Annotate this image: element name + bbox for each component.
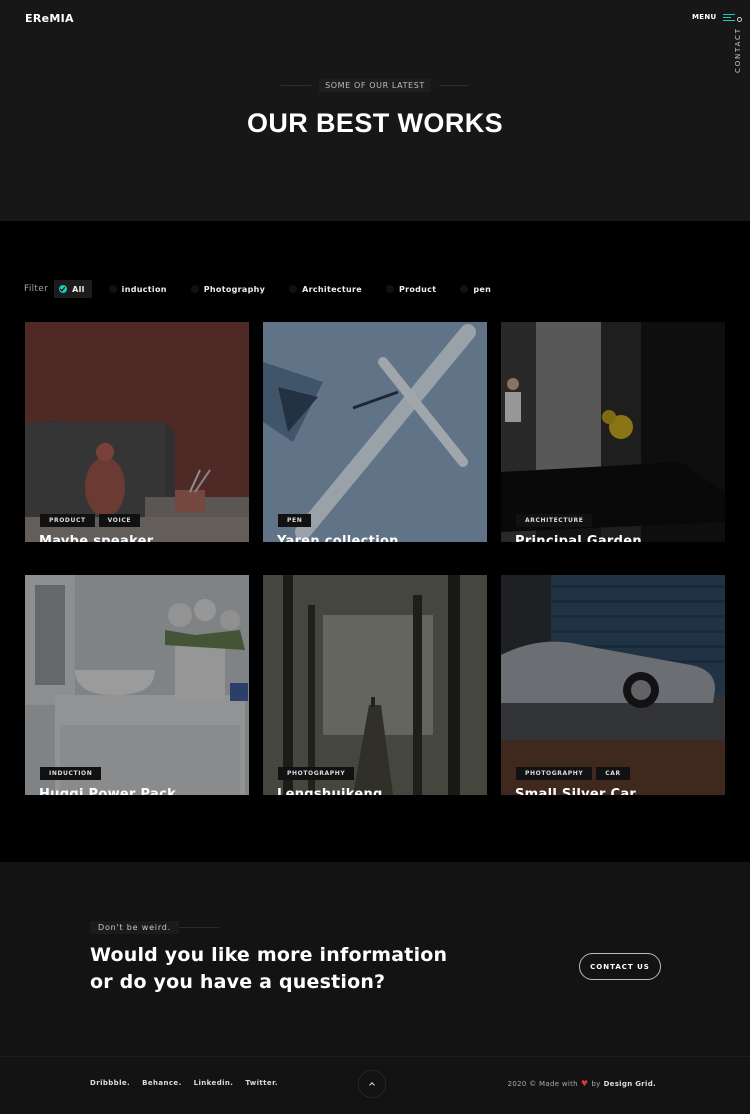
works-section: Filter All induction Photography Archite…: [0, 221, 750, 862]
hero-eyebrow-text: SOME OF OUR LATEST: [319, 79, 431, 92]
work-image-pen: [263, 322, 487, 542]
tag[interactable]: PHOTOGRAPHY: [278, 767, 355, 780]
filter-chip-architecture[interactable]: Architecture: [284, 280, 369, 298]
filter-chip-pen[interactable]: pen: [455, 280, 498, 298]
card-tags: PHOTOGRAPHY CAR: [516, 767, 630, 780]
arrow-up-icon: [369, 1082, 375, 1088]
filter-chip-all[interactable]: All: [54, 280, 92, 298]
work-image-architecture: [501, 322, 725, 542]
filter-bar: Filter All induction Photography Archite…: [24, 280, 510, 298]
work-card-lengshuikeng[interactable]: PHOTOGRAPHY Lengshuikeng: [263, 575, 487, 795]
contact-side-label: CONTACT: [734, 27, 742, 73]
circle-icon: [737, 17, 742, 22]
card-title[interactable]: Lengshuikeng: [277, 787, 383, 795]
radio-icon: [460, 285, 469, 293]
filter-chip-label: Architecture: [302, 284, 362, 294]
cta-eyebrow-text: Don't be weird.: [90, 921, 180, 934]
card-title[interactable]: Maybe speaker: [39, 534, 154, 542]
work-image-car: [501, 575, 725, 795]
back-to-top-button[interactable]: [358, 1070, 386, 1098]
divider: [179, 927, 220, 928]
copyright: 2020 © Made with ♥ by Design Grid.: [508, 1079, 656, 1088]
copyright-by: by: [591, 1079, 601, 1088]
divider: [281, 85, 312, 86]
tag[interactable]: INDUCTION: [40, 767, 102, 780]
social-link-linkedin[interactable]: Linkedin.: [194, 1079, 234, 1087]
hero-eyebrow: SOME OF OUR LATEST: [0, 79, 750, 92]
filter-chip-label: pen: [473, 284, 492, 294]
contact-us-button[interactable]: CONTACT US: [579, 953, 661, 980]
filter-chip-induction[interactable]: induction: [104, 280, 174, 298]
card-title[interactable]: Principal Garden: [515, 534, 642, 542]
menu-label: MENU: [692, 13, 717, 21]
design-grid-link[interactable]: Design Grid.: [604, 1080, 656, 1088]
work-card-small-silver-car[interactable]: PHOTOGRAPHY CAR Small Silver Car: [501, 575, 725, 795]
work-card-maybe-speaker[interactable]: PRODUCT VOICE Maybe speaker: [25, 322, 249, 542]
tag[interactable]: PRODUCT: [40, 514, 95, 527]
card-tags: PHOTOGRAPHY: [278, 767, 355, 780]
filter-label: Filter: [24, 284, 49, 294]
card-tags: PEN: [278, 514, 312, 527]
card-title[interactable]: Small Silver Car: [515, 787, 636, 795]
filter-chip-label: Photography: [203, 284, 266, 294]
hero-section: EReMIA MENU CONTACT SOME OF OUR LATEST O…: [0, 0, 750, 221]
logo[interactable]: EReMIA: [25, 12, 74, 25]
radio-icon: [108, 285, 117, 293]
check-icon: [59, 285, 68, 293]
cta-section: Don't be weird. Would you like more info…: [0, 862, 750, 1056]
filter-chip-product[interactable]: Product: [381, 280, 443, 298]
radio-icon: [385, 285, 394, 293]
filter-chip-label: All: [72, 284, 85, 294]
tag[interactable]: PEN: [278, 514, 312, 527]
work-card-principal-garden[interactable]: ARCHITECTURE Principal Garden: [501, 322, 725, 542]
cta-eyebrow: Don't be weird.: [90, 921, 220, 934]
work-card-yaren-collection[interactable]: PEN Yaren collection: [263, 322, 487, 542]
social-link-behance[interactable]: Behance.: [142, 1079, 182, 1087]
work-image-speaker: [25, 322, 249, 542]
cta-title-line: or do you have a question?: [90, 971, 386, 993]
filter-chip-photography[interactable]: Photography: [186, 280, 272, 298]
social-link-twitter[interactable]: Twitter.: [245, 1079, 278, 1087]
work-image-forest: [263, 575, 487, 795]
radio-icon: [289, 285, 298, 293]
tag[interactable]: VOICE: [98, 514, 141, 527]
footer: Dribbble. Behance. Linkedin. Twitter. 20…: [0, 1056, 750, 1114]
card-tags: INDUCTION: [40, 767, 102, 780]
page-title: OUR BEST WORKS: [246, 108, 504, 138]
work-card-huggi-power-pack[interactable]: INDUCTION Huggi Power Pack: [25, 575, 249, 795]
hamburger-icon: [722, 13, 735, 21]
radio-icon: [190, 285, 199, 293]
work-image-induction: [25, 575, 249, 795]
filter-chip-label: induction: [121, 284, 167, 294]
copyright-text: 2020 © Made with: [507, 1079, 578, 1088]
tag[interactable]: PHOTOGRAPHY: [516, 767, 593, 780]
card-tags: ARCHITECTURE: [516, 514, 593, 527]
heart-icon: ♥: [580, 1079, 589, 1088]
cta-title-line: Would you like more information: [90, 944, 448, 966]
tag[interactable]: ARCHITECTURE: [516, 514, 593, 527]
card-tags: PRODUCT VOICE: [40, 514, 141, 527]
card-title[interactable]: Yaren collection: [277, 534, 399, 542]
contact-side-link[interactable]: CONTACT: [734, 17, 746, 73]
filter-chip-label: Product: [398, 284, 437, 294]
tag[interactable]: CAR: [596, 767, 630, 780]
social-links: Dribbble. Behance. Linkedin. Twitter.: [90, 1079, 278, 1087]
divider: [438, 85, 469, 86]
card-title[interactable]: Huggi Power Pack: [39, 787, 176, 795]
social-link-dribbble[interactable]: Dribbble.: [90, 1079, 130, 1087]
cta-title: Would you like more information or do yo…: [90, 942, 480, 996]
menu-button[interactable]: MENU: [692, 13, 735, 21]
